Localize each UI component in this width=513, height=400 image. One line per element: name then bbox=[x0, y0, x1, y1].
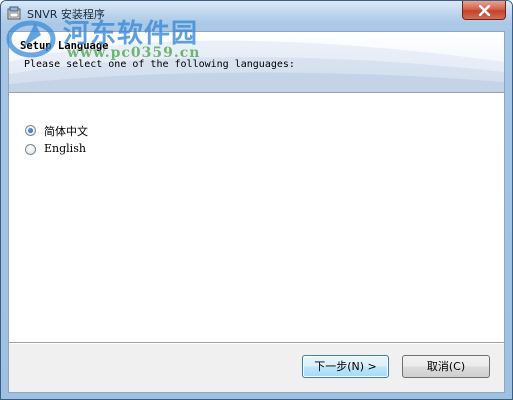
language-option-label: English bbox=[44, 142, 86, 155]
language-option-label: 简体中文 bbox=[44, 125, 88, 138]
close-icon bbox=[478, 5, 491, 16]
next-button[interactable]: 下一步(N) > bbox=[302, 355, 389, 378]
installer-window: SNVR 安装程序 Setup Language Please select o… bbox=[0, 0, 513, 400]
watermark-url: www.pc0359.cn bbox=[67, 45, 201, 61]
footer-divider bbox=[9, 342, 504, 344]
watermark-logo-icon bbox=[6, 20, 56, 58]
installer-client-area: Setup Language Please select one of the … bbox=[8, 31, 505, 393]
close-button[interactable] bbox=[462, 1, 506, 20]
language-list: 简体中文 English bbox=[9, 94, 504, 342]
radio-unselected-icon[interactable] bbox=[25, 144, 36, 155]
radio-selected-icon[interactable] bbox=[25, 125, 36, 136]
cancel-button[interactable]: 取消(C) bbox=[402, 355, 490, 378]
